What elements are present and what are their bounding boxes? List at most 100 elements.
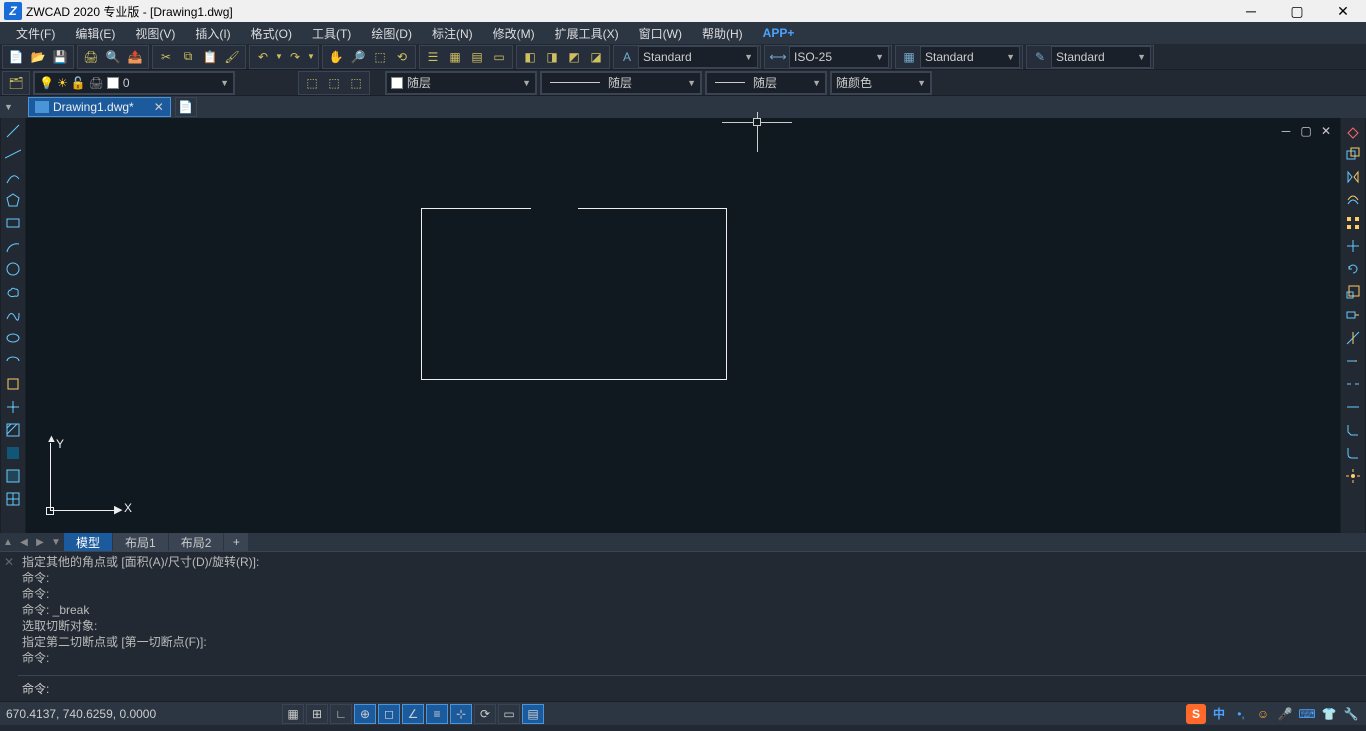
revcloud-icon[interactable] — [2, 281, 24, 303]
zoom-rt-icon[interactable]: 🔎 — [347, 46, 369, 68]
otrack-icon[interactable]: ∠ — [402, 704, 424, 724]
minimize-button[interactable]: ─ — [1228, 0, 1274, 22]
osnap-icon[interactable]: ◻ — [378, 704, 400, 724]
copy-icon[interactable]: ⧉ — [177, 46, 199, 68]
block-icon[interactable]: ◧ — [519, 46, 541, 68]
tab-nav-first-icon[interactable]: ▲ — [0, 537, 16, 548]
save-icon[interactable]: 💾 — [49, 46, 71, 68]
ime-emoji-icon[interactable]: ☺ — [1254, 705, 1272, 723]
extend-icon[interactable] — [1342, 350, 1364, 372]
grid-display-icon[interactable]: ⊞ — [306, 704, 328, 724]
misc-tool-icon[interactable]: ✎ — [1029, 46, 1051, 68]
ime-logo-icon[interactable]: S — [1186, 704, 1206, 724]
misc-dropdown[interactable]: Standard▼ — [1051, 46, 1151, 68]
ime-lang-icon[interactable]: 中 — [1210, 705, 1228, 723]
hatch-icon[interactable] — [2, 419, 24, 441]
dimstyle-dropdown[interactable]: ISO-25▼ — [789, 46, 889, 68]
properties-icon[interactable]: ☰ — [422, 46, 444, 68]
menu-window[interactable]: 窗口(W) — [629, 22, 692, 44]
tab-nav-prev-icon[interactable]: ◀ — [16, 537, 32, 548]
design-center-icon[interactable]: ▦ — [444, 46, 466, 68]
plotstyle-dropdown[interactable]: 随颜色▼ — [831, 72, 931, 94]
status-coords[interactable]: 670.4137, 740.6259, 0.0000 — [6, 707, 276, 721]
canvas-close-icon[interactable]: ✕ — [1318, 124, 1334, 138]
ime-keyboard-icon[interactable]: ⌨ — [1298, 705, 1316, 723]
menu-ext[interactable]: 扩展工具(X) — [545, 22, 629, 44]
close-button[interactable]: ✕ — [1320, 0, 1366, 22]
menu-file[interactable]: 文件(F) — [6, 22, 65, 44]
break-icon[interactable] — [1342, 373, 1364, 395]
chamfer-icon[interactable] — [1342, 419, 1364, 441]
menu-format[interactable]: 格式(O) — [241, 22, 302, 44]
polar-icon[interactable]: ⊕ — [354, 704, 376, 724]
maximize-button[interactable]: ▢ — [1274, 0, 1320, 22]
menu-help[interactable]: 帮助(H) — [692, 22, 753, 44]
menu-appplus[interactable]: APP+ — [753, 22, 805, 44]
textstyle-icon[interactable]: A — [616, 46, 638, 68]
ime-punct-icon[interactable]: •, — [1232, 705, 1250, 723]
ime-mic-icon[interactable]: 🎤 — [1276, 705, 1294, 723]
linetype-dropdown[interactable]: 随层▼ — [541, 72, 701, 94]
new-tab-button[interactable]: 📄 — [175, 97, 197, 117]
pan-icon[interactable]: ✋ — [325, 46, 347, 68]
line-icon[interactable] — [2, 120, 24, 142]
xline-icon[interactable] — [2, 143, 24, 165]
tablestyle-dropdown[interactable]: Standard▼ — [920, 46, 1020, 68]
lineweight-dropdown[interactable]: 随层▼ — [706, 72, 826, 94]
new-icon[interactable]: 📄 — [5, 46, 27, 68]
menu-tools[interactable]: 工具(T) — [302, 22, 361, 44]
tab-model[interactable]: 模型 — [64, 533, 112, 551]
command-input[interactable] — [53, 680, 1362, 697]
mirror-icon[interactable] — [1342, 166, 1364, 188]
join-icon[interactable] — [1342, 396, 1364, 418]
rotate-icon[interactable] — [1342, 258, 1364, 280]
menu-edit[interactable]: 编辑(E) — [65, 22, 125, 44]
menu-draw[interactable]: 绘图(D) — [361, 22, 422, 44]
dimstyle-icon[interactable]: ⟷ — [767, 46, 789, 68]
pline-icon[interactable] — [2, 166, 24, 188]
layer-prev-icon[interactable]: ⬚ — [301, 72, 323, 94]
tab-add[interactable]: + — [224, 533, 248, 551]
block4-icon[interactable]: ◪ — [585, 46, 607, 68]
block3-icon[interactable]: ◩ — [563, 46, 585, 68]
zoom-win-icon[interactable]: ⬚ — [369, 46, 391, 68]
redo-dd-icon[interactable]: ▼ — [306, 46, 316, 68]
erase-icon[interactable] — [1342, 120, 1364, 142]
spline-icon[interactable] — [2, 304, 24, 326]
open-icon[interactable]: 📂 — [27, 46, 49, 68]
rectangle-icon[interactable] — [2, 212, 24, 234]
textstyle-dropdown[interactable]: Standard▼ — [638, 46, 758, 68]
menu-modify[interactable]: 修改(M) — [483, 22, 545, 44]
tablestyle-icon[interactable]: ▦ — [898, 46, 920, 68]
gradient-icon[interactable] — [2, 442, 24, 464]
undo-dd-icon[interactable]: ▼ — [274, 46, 284, 68]
array-icon[interactable] — [1342, 212, 1364, 234]
dyn-icon[interactable]: ⊹ — [450, 704, 472, 724]
ellipsearc-icon[interactable] — [2, 350, 24, 372]
doctab-nav-icon[interactable]: ▼ — [4, 102, 22, 112]
insert-block-icon[interactable] — [2, 373, 24, 395]
ime-skin-icon[interactable]: 👕 — [1320, 705, 1338, 723]
anno-icon[interactable]: ▤ — [522, 704, 544, 724]
tab-nav-last-icon[interactable]: ▼ — [48, 537, 64, 548]
document-tab[interactable]: Drawing1.dwg* ✕ — [28, 97, 171, 117]
calc-icon[interactable]: ▭ — [488, 46, 510, 68]
layer-off-icon[interactable]: ⬚ — [345, 72, 367, 94]
table-icon[interactable] — [2, 488, 24, 510]
tab-nav-next-icon[interactable]: ▶ — [32, 537, 48, 548]
tab-layout1[interactable]: 布局1 — [113, 533, 168, 551]
menu-view[interactable]: 视图(V) — [125, 22, 185, 44]
command-history[interactable]: 指定其他的角点或 [面积(A)/尺寸(D)/旋转(R)]: 命令: 命令: 命令… — [18, 552, 1366, 675]
matchprop-icon[interactable]: 🖌 — [221, 46, 243, 68]
color-dropdown[interactable]: 随层▼ — [386, 72, 536, 94]
paste-icon[interactable]: 📋 — [199, 46, 221, 68]
move-icon[interactable] — [1342, 235, 1364, 257]
model-ps-icon[interactable]: ▭ — [498, 704, 520, 724]
layer-mgr-icon[interactable]: 🗂 — [5, 72, 27, 94]
tab-layout2[interactable]: 布局2 — [169, 533, 224, 551]
cycle-icon[interactable]: ⟳ — [474, 704, 496, 724]
publish-icon[interactable]: 📤 — [124, 46, 146, 68]
ortho-icon[interactable]: ∟ — [330, 704, 352, 724]
block2-icon[interactable]: ◨ — [541, 46, 563, 68]
canvas-max-icon[interactable]: ▢ — [1298, 124, 1314, 138]
